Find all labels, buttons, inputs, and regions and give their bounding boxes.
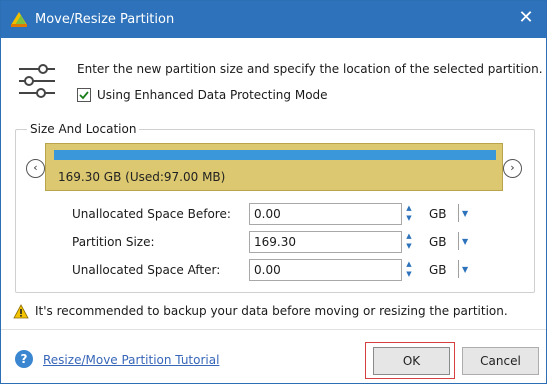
- chevron-right-icon: ›: [510, 161, 515, 174]
- unallocated-before-unit: GB: [429, 207, 447, 221]
- partition-size-caption: 169.30 GB (Used:97.00 MB): [58, 170, 226, 184]
- help-icon[interactable]: ?: [15, 350, 33, 368]
- unallocated-before-input[interactable]: 0.00: [249, 203, 402, 225]
- ok-button[interactable]: OK: [373, 347, 450, 375]
- sliders-icon: [19, 64, 55, 98]
- footer-divider: [1, 329, 546, 330]
- chevron-left-icon: ‹: [33, 161, 38, 174]
- backup-warning: It's recommended to backup your data bef…: [35, 304, 508, 318]
- spin-down-icon[interactable]: ▼: [402, 241, 416, 251]
- spin-up-icon[interactable]: ▲: [402, 203, 416, 213]
- app-logo-icon: [11, 12, 27, 27]
- spin-up-icon[interactable]: ▲: [402, 259, 416, 269]
- enhanced-mode-checkbox[interactable]: [77, 88, 91, 102]
- partition-bar[interactable]: 169.30 GB (Used:97.00 MB): [45, 143, 503, 191]
- close-icon[interactable]: ✕: [516, 8, 536, 28]
- partition-size-value: 169.30: [254, 235, 296, 249]
- enhanced-mode-label: Using Enhanced Data Protecting Mode: [97, 88, 328, 102]
- unallocated-after-label: Unallocated Space After:: [72, 263, 221, 277]
- move-right-button[interactable]: ›: [503, 159, 522, 178]
- spin-up-icon[interactable]: ▲: [402, 231, 416, 241]
- unallocated-after-spinner[interactable]: ▲ ▼: [402, 259, 416, 280]
- unallocated-before-spinner[interactable]: ▲ ▼: [402, 203, 416, 224]
- window-title: Move/Resize Partition: [35, 12, 175, 27]
- partition-size-spinner[interactable]: ▲ ▼: [402, 231, 416, 252]
- enhanced-mode-option[interactable]: Using Enhanced Data Protecting Mode: [77, 88, 328, 102]
- used-space-bar: [54, 150, 496, 160]
- group-title: Size And Location: [27, 122, 140, 136]
- warning-icon: [13, 304, 29, 319]
- unallocated-after-input[interactable]: 0.00: [249, 259, 402, 281]
- spin-down-icon[interactable]: ▼: [402, 213, 416, 223]
- partition-size-input[interactable]: 169.30: [249, 231, 402, 253]
- cancel-button[interactable]: Cancel: [462, 347, 539, 375]
- unallocated-after-value: 0.00: [254, 263, 281, 277]
- unit-divider: [458, 232, 459, 250]
- move-left-button[interactable]: ‹: [26, 159, 45, 178]
- move-resize-dialog: Move/Resize Partition ✕ Enter the new pa…: [0, 0, 547, 384]
- unit-dropdown-icon[interactable]: ▼: [462, 209, 468, 218]
- unallocated-before-label: Unallocated Space Before:: [72, 207, 231, 221]
- unallocated-before-value: 0.00: [254, 207, 281, 221]
- unallocated-after-unit: GB: [429, 263, 447, 277]
- unit-dropdown-icon[interactable]: ▼: [462, 237, 468, 246]
- partition-size-label: Partition Size:: [72, 235, 155, 249]
- instruction-text: Enter the new partition size and specify…: [77, 62, 543, 76]
- checkmark-icon: [79, 91, 89, 100]
- unit-divider: [458, 260, 459, 278]
- partition-size-unit: GB: [429, 235, 447, 249]
- unit-divider: [458, 204, 459, 222]
- title-bar[interactable]: Move/Resize Partition ✕: [1, 1, 546, 38]
- unit-dropdown-icon[interactable]: ▼: [462, 265, 468, 274]
- spin-down-icon[interactable]: ▼: [402, 269, 416, 279]
- tutorial-link[interactable]: Resize/Move Partition Tutorial: [43, 353, 219, 367]
